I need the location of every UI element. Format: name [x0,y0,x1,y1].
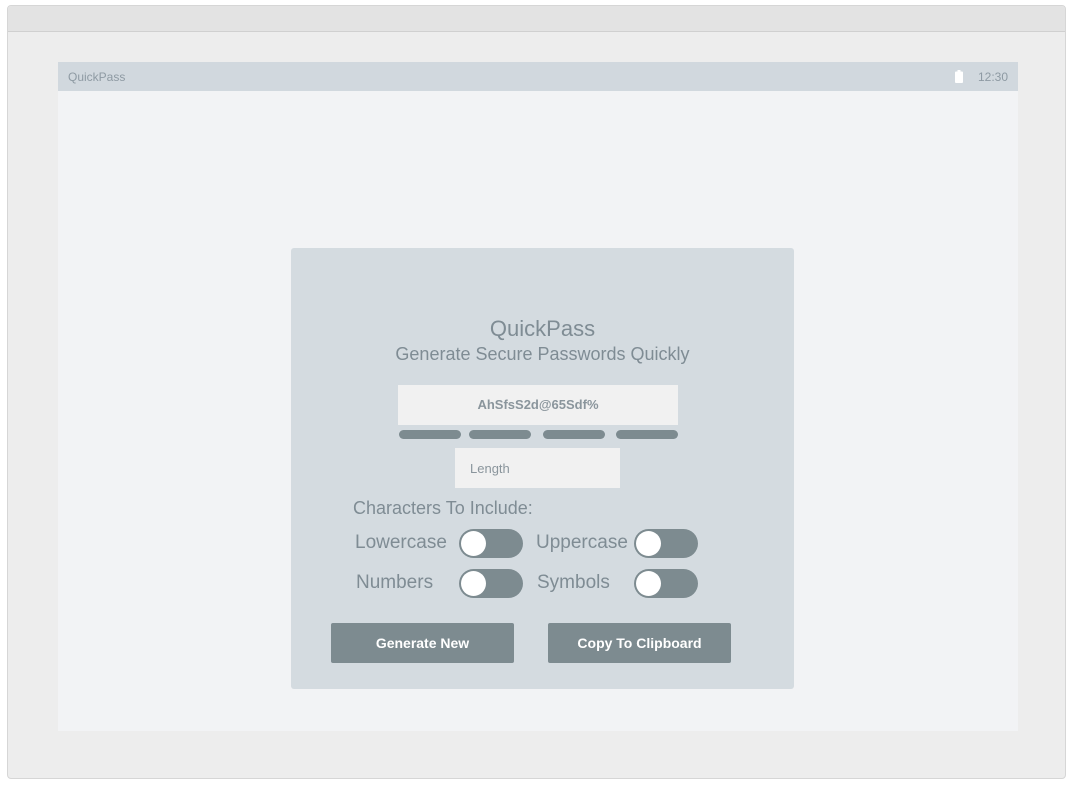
toggle-knob [461,571,486,596]
device-top-bar [8,6,1065,32]
lowercase-label: Lowercase [355,532,447,553]
copy-to-clipboard-button[interactable]: Copy To Clipboard [548,623,731,663]
numbers-label: Numbers [356,572,434,593]
uppercase-label: Uppercase [536,532,628,553]
uppercase-toggle[interactable] [634,529,698,558]
characters-label: Characters To Include: [353,498,533,518]
card-subtitle: Generate Secure Passwords Quickly [395,344,690,364]
generate-new-button[interactable]: Generate New [331,623,514,663]
symbols-toggle[interactable] [634,569,698,598]
status-time: 12:30 [978,70,1009,84]
strength-segment [469,430,531,439]
length-input[interactable] [455,448,620,488]
lowercase-toggle[interactable] [459,529,523,558]
status-app-name: QuickPass [68,70,126,84]
password-display[interactable]: AhSfsS2d@65Sdf% [398,385,678,425]
strength-segment [543,430,605,439]
battery-icon [955,70,963,83]
card-title: QuickPass [489,316,596,341]
symbols-label: Symbols [537,572,610,593]
status-bar: QuickPass 12:30 [58,62,1018,91]
device-frame: QuickPass 12:30 QuickPass Generate Secur… [7,5,1066,779]
generator-card: QuickPass Generate Secure Passwords Quic… [291,248,794,689]
strength-segment [399,430,461,439]
toggle-knob [636,531,661,556]
app-screen: QuickPass 12:30 QuickPass Generate Secur… [58,62,1018,731]
strength-segment [616,430,678,439]
toggle-knob [636,571,661,596]
toggle-knob [461,531,486,556]
numbers-toggle[interactable] [459,569,523,598]
